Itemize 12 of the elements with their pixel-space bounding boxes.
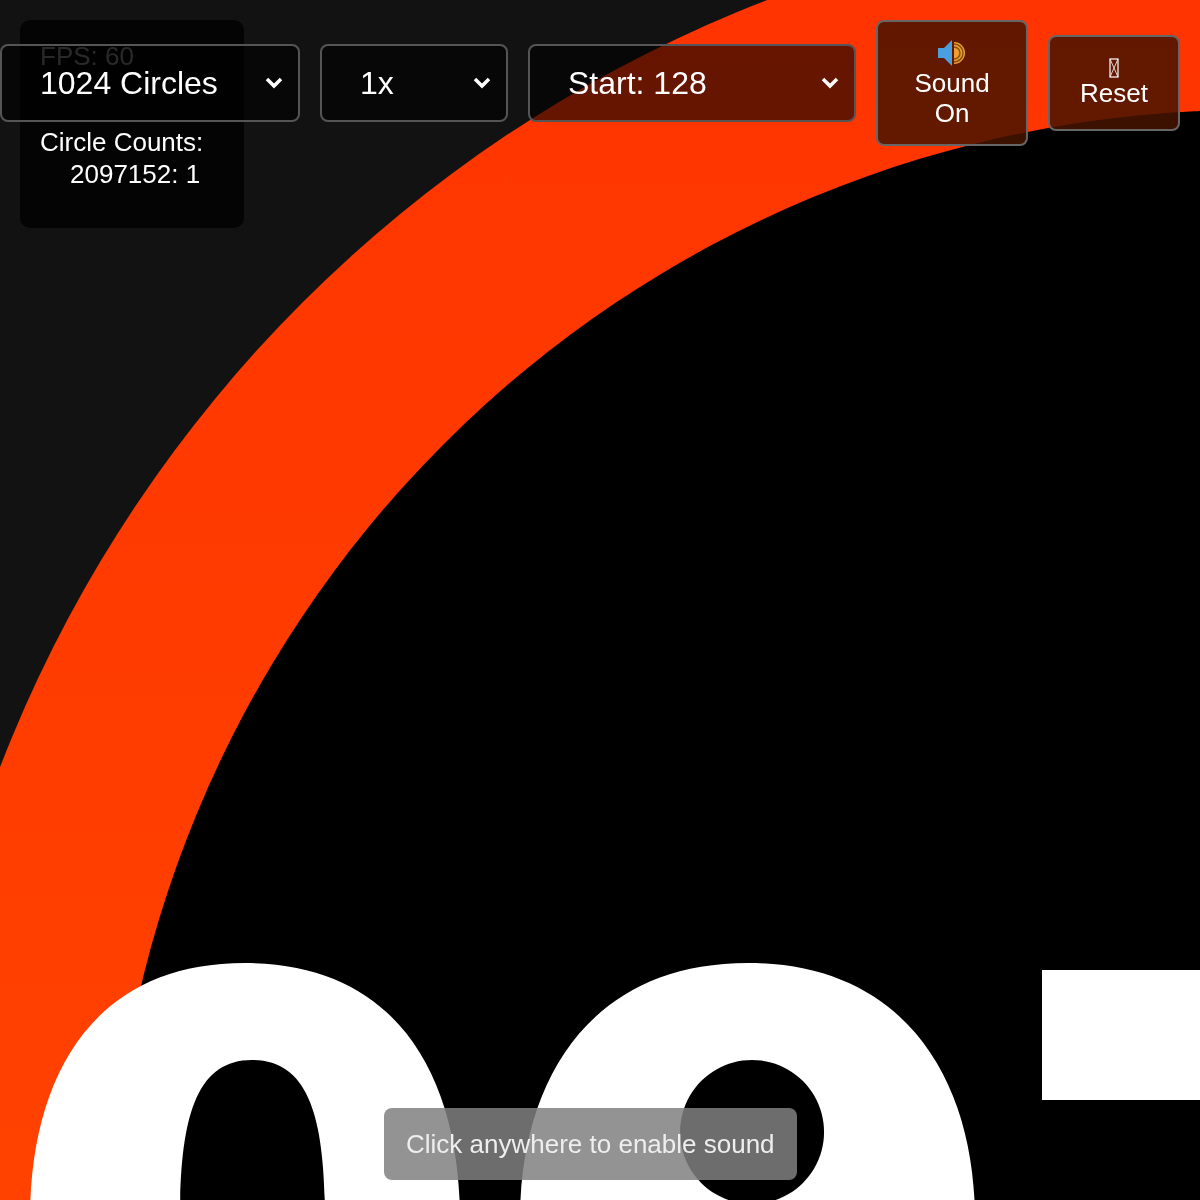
chevron-down-icon (820, 76, 840, 90)
circle-count-text: 2097152: 1 (69, 158, 202, 190)
circle-counts-heading: Circle Counts: (40, 126, 205, 158)
dropdown[interactable]: Start: 128 (528, 44, 856, 122)
speaker-icon (936, 38, 968, 68)
missing-glyph-icon (1109, 58, 1119, 78)
reset-button[interactable]: Reset (1048, 35, 1180, 131)
dropdown[interactable]: 1x (320, 44, 508, 122)
chevron-down-icon (264, 76, 284, 90)
sound-button[interactable]: Sound On (876, 20, 1028, 146)
chevron-down-icon (472, 76, 492, 90)
toast-message: Click anywhere to enable sound (384, 1108, 797, 1180)
